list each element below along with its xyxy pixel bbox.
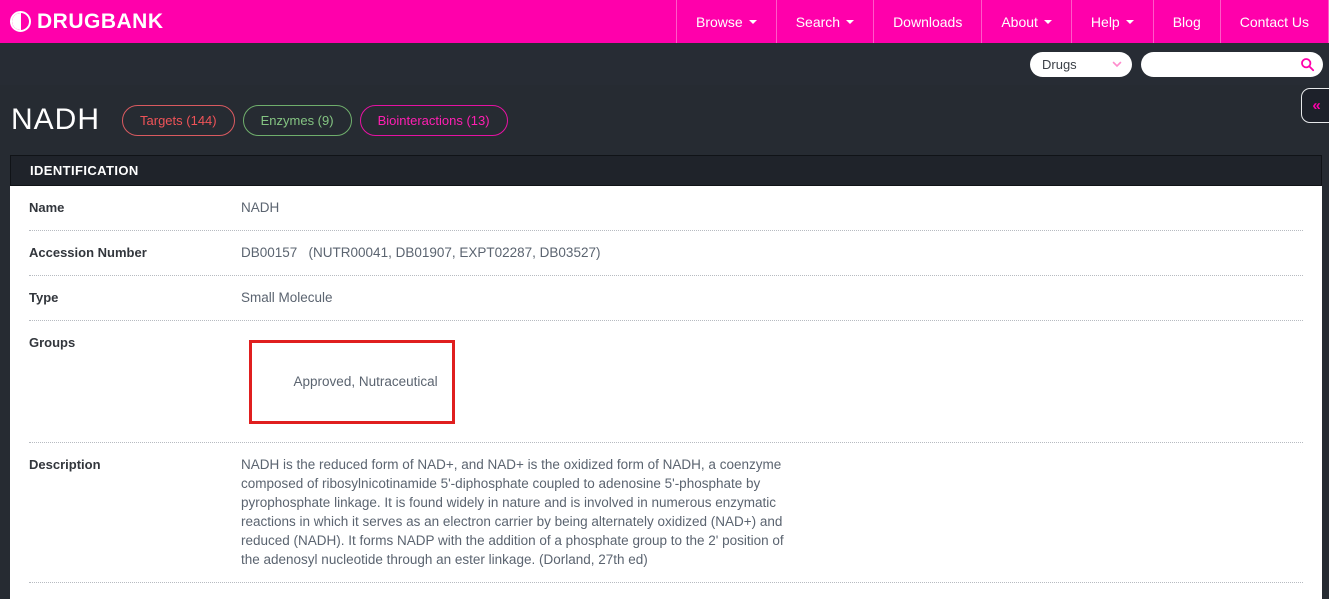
chevron-down-icon — [846, 20, 854, 24]
table-row-type: Type Small Molecule — [29, 276, 1303, 321]
nav-menu: Browse Search Downloads About Help Blog … — [676, 0, 1329, 43]
table-row-name: Name NADH — [29, 186, 1303, 231]
search-toolbar: Drugs — [0, 43, 1329, 85]
page-header: NADH Targets (144) Enzymes (9) Biointera… — [0, 85, 1329, 155]
drugbank-logo[interactable]: DRUGBANK — [0, 0, 164, 43]
identification-section-header: IDENTIFICATION — [10, 155, 1322, 186]
nav-item-search[interactable]: Search — [776, 0, 873, 43]
table-row-description: Description NADH is the reduced form of … — [29, 443, 1303, 583]
table-row-groups: Groups Approved, Nutraceutical — [29, 321, 1303, 443]
drugbank-logo-text: DRUGBANK — [37, 10, 164, 34]
table-row-structure: Structure O HO HO O P O — [29, 583, 1303, 599]
nav-item-label: Help — [1091, 14, 1120, 30]
field-label: Type — [29, 288, 241, 307]
field-label: Groups — [29, 333, 241, 429]
drugbank-logo-icon — [10, 11, 31, 32]
field-label: Accession Number — [29, 243, 241, 262]
nav-item-label: Search — [796, 14, 840, 30]
collapse-panel-button[interactable]: « — [1301, 88, 1329, 123]
section-title: IDENTIFICATION — [30, 163, 139, 178]
nav-item-blog[interactable]: Blog — [1153, 0, 1220, 43]
double-chevron-left-icon: « — [1312, 97, 1319, 114]
nav-item-help[interactable]: Help — [1071, 0, 1153, 43]
red-annotation-box: Approved, Nutraceutical — [249, 340, 455, 424]
search-icon[interactable] — [1300, 57, 1315, 72]
field-value: NADH is the reduced form of NAD+, and NA… — [241, 455, 816, 569]
identification-table: Name NADH Accession Number DB00157 (NUTR… — [10, 186, 1322, 599]
top-navbar: DRUGBANK Browse Search Downloads About H… — [0, 0, 1329, 43]
field-value: DB00157 (NUTR00041, DB01907, EXPT02287, … — [241, 243, 1303, 262]
field-label: Name — [29, 198, 241, 217]
page-title: NADH — [11, 103, 100, 137]
field-label: Structure — [29, 595, 241, 599]
nav-item-contact-us[interactable]: Contact Us — [1220, 0, 1328, 43]
search-input[interactable] — [1141, 52, 1291, 77]
chevron-down-icon — [1044, 20, 1052, 24]
chevron-down-icon — [749, 20, 757, 24]
nav-item-label: Downloads — [893, 14, 962, 30]
nav-item-label: About — [1001, 14, 1038, 30]
biointeractions-pill-button[interactable]: Biointeractions (13) — [360, 105, 508, 136]
nav-item-label: Blog — [1173, 14, 1201, 30]
nav-item-about[interactable]: About — [981, 0, 1071, 43]
groups-value: Approved, Nutraceutical — [294, 374, 438, 389]
search-category-select[interactable]: Drugs — [1030, 52, 1132, 77]
enzymes-pill-button[interactable]: Enzymes (9) — [243, 105, 352, 136]
field-value: NADH — [241, 198, 1303, 217]
nav-item-browse[interactable]: Browse — [676, 0, 776, 43]
search-category-value: Drugs — [1042, 57, 1077, 72]
chevron-down-icon — [1126, 20, 1134, 24]
field-value: Approved, Nutraceutical — [241, 333, 1303, 429]
chevron-down-icon — [1112, 61, 1122, 68]
table-row-accession-number: Accession Number DB00157 (NUTR00041, DB0… — [29, 231, 1303, 276]
search-box — [1141, 52, 1323, 77]
field-label: Description — [29, 455, 241, 569]
field-value: O HO HO O P O O P O — [241, 595, 1303, 599]
targets-pill-button[interactable]: Targets (144) — [122, 105, 235, 136]
nav-item-label: Browse — [696, 14, 743, 30]
nav-item-label: Contact Us — [1240, 14, 1309, 30]
field-value: Small Molecule — [241, 288, 1303, 307]
nav-item-downloads[interactable]: Downloads — [873, 0, 981, 43]
